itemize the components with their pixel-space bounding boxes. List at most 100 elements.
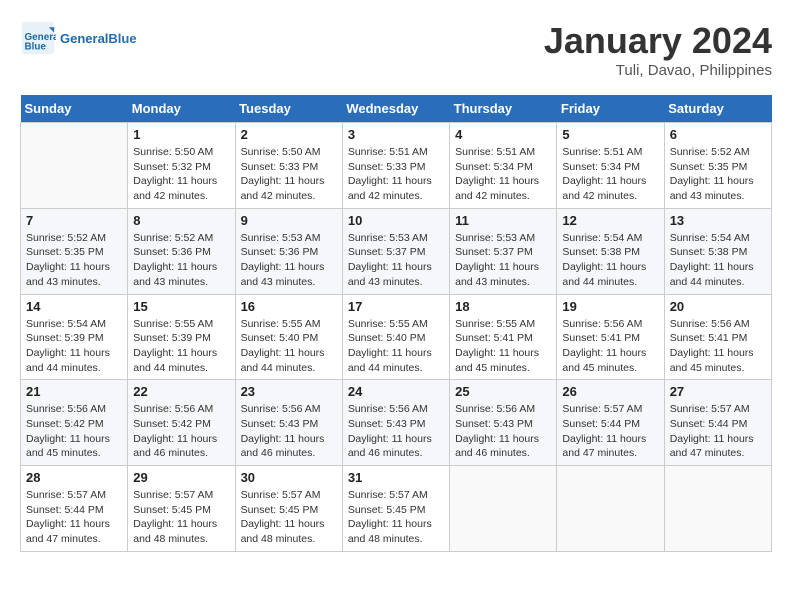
calendar-cell: 5 Sunrise: 5:51 AMSunset: 5:34 PMDaylight… <box>557 123 664 209</box>
calendar-cell: 25 Sunrise: 5:56 AMSunset: 5:43 PMDayligh… <box>450 380 557 466</box>
day-info: Sunrise: 5:56 AMSunset: 5:43 PMDaylight:… <box>348 402 444 461</box>
day-info: Sunrise: 5:57 AMSunset: 5:45 PMDaylight:… <box>348 488 444 547</box>
day-number: 18 <box>455 299 551 314</box>
day-number: 17 <box>348 299 444 314</box>
day-number: 28 <box>26 470 122 485</box>
day-number: 6 <box>670 127 766 142</box>
day-info: Sunrise: 5:50 AMSunset: 5:33 PMDaylight:… <box>241 145 337 204</box>
location: Tuli, Davao, Philippines <box>544 62 772 79</box>
calendar-cell: 30 Sunrise: 5:57 AMSunset: 5:45 PMDayligh… <box>235 466 342 552</box>
weekday-header-thursday: Thursday <box>450 95 557 123</box>
calendar-cell: 3Sunrise: 5:51 AMSunset: 5:33 PMDaylight… <box>342 123 449 209</box>
weekday-header-monday: Monday <box>128 95 235 123</box>
day-info: Sunrise: 5:52 AMSunset: 5:35 PMDaylight:… <box>670 145 766 204</box>
day-info: Sunrise: 5:55 AMSunset: 5:40 PMDaylight:… <box>348 317 444 376</box>
day-info: Sunrise: 5:55 AMSunset: 5:40 PMDaylight:… <box>241 317 337 376</box>
calendar-cell: 29Sunrise: 5:57 AMSunset: 5:45 PMDayligh… <box>128 466 235 552</box>
day-number: 24 <box>348 384 444 399</box>
day-info: Sunrise: 5:53 AMSunset: 5:37 PMDaylight:… <box>455 231 551 290</box>
calendar-cell: 6 Sunrise: 5:52 AMSunset: 5:35 PMDaylight… <box>664 123 771 209</box>
calendar-week-3: 14 Sunrise: 5:54 AMSunset: 5:39 PMDayligh… <box>21 294 772 380</box>
calendar-cell: 18Sunrise: 5:55 AMSunset: 5:41 PMDayligh… <box>450 294 557 380</box>
day-number: 31 <box>348 470 444 485</box>
calendar-cell: 13 Sunrise: 5:54 AMSunset: 5:38 PMDayligh… <box>664 208 771 294</box>
day-info: Sunrise: 5:52 AMSunset: 5:35 PMDaylight:… <box>26 231 122 290</box>
day-number: 20 <box>670 299 766 314</box>
calendar-cell: 21Sunrise: 5:56 AMSunset: 5:42 PMDayligh… <box>21 380 128 466</box>
day-number: 21 <box>26 384 122 399</box>
calendar-cell <box>21 123 128 209</box>
day-info: Sunrise: 5:54 AMSunset: 5:39 PMDaylight:… <box>26 317 122 376</box>
day-number: 1 <box>133 127 229 142</box>
weekday-header-row: SundayMondayTuesdayWednesdayThursdayFrid… <box>21 95 772 123</box>
calendar-body: 1 Sunrise: 5:50 AMSunset: 5:32 PMDaylight… <box>21 123 772 552</box>
calendar-cell: 14 Sunrise: 5:54 AMSunset: 5:39 PMDayligh… <box>21 294 128 380</box>
day-info: Sunrise: 5:57 AMSunset: 5:45 PMDaylight:… <box>241 488 337 547</box>
day-number: 16 <box>241 299 337 314</box>
calendar-week-5: 28Sunrise: 5:57 AMSunset: 5:44 PMDayligh… <box>21 466 772 552</box>
calendar-cell: 23 Sunrise: 5:56 AMSunset: 5:43 PMDayligh… <box>235 380 342 466</box>
day-info: Sunrise: 5:54 AMSunset: 5:38 PMDaylight:… <box>670 231 766 290</box>
calendar-cell: 1 Sunrise: 5:50 AMSunset: 5:32 PMDaylight… <box>128 123 235 209</box>
calendar-cell: 4Sunrise: 5:51 AMSunset: 5:34 PMDaylight… <box>450 123 557 209</box>
calendar-cell <box>450 466 557 552</box>
day-info: Sunrise: 5:54 AMSunset: 5:38 PMDaylight:… <box>562 231 658 290</box>
weekday-header-saturday: Saturday <box>664 95 771 123</box>
calendar-cell <box>557 466 664 552</box>
day-info: Sunrise: 5:50 AMSunset: 5:32 PMDaylight:… <box>133 145 229 204</box>
weekday-header-friday: Friday <box>557 95 664 123</box>
day-info: Sunrise: 5:56 AMSunset: 5:41 PMDaylight:… <box>670 317 766 376</box>
day-number: 25 <box>455 384 551 399</box>
day-number: 9 <box>241 213 337 228</box>
calendar-cell: 24 Sunrise: 5:56 AMSunset: 5:43 PMDayligh… <box>342 380 449 466</box>
calendar-cell: 26Sunrise: 5:57 AMSunset: 5:44 PMDayligh… <box>557 380 664 466</box>
calendar-cell: 17 Sunrise: 5:55 AMSunset: 5:40 PMDayligh… <box>342 294 449 380</box>
month-title: January 2024 <box>544 20 772 62</box>
day-info: Sunrise: 5:53 AMSunset: 5:36 PMDaylight:… <box>241 231 337 290</box>
day-number: 7 <box>26 213 122 228</box>
day-number: 12 <box>562 213 658 228</box>
day-number: 11 <box>455 213 551 228</box>
calendar-cell: 20 Sunrise: 5:56 AMSunset: 5:41 PMDayligh… <box>664 294 771 380</box>
day-info: Sunrise: 5:56 AMSunset: 5:43 PMDaylight:… <box>241 402 337 461</box>
day-number: 13 <box>670 213 766 228</box>
day-number: 4 <box>455 127 551 142</box>
calendar-cell: 2 Sunrise: 5:50 AMSunset: 5:33 PMDaylight… <box>235 123 342 209</box>
calendar-cell: 15Sunrise: 5:55 AMSunset: 5:39 PMDayligh… <box>128 294 235 380</box>
day-info: Sunrise: 5:56 AMSunset: 5:43 PMDaylight:… <box>455 402 551 461</box>
day-info: Sunrise: 5:53 AMSunset: 5:37 PMDaylight:… <box>348 231 444 290</box>
calendar-cell: 16 Sunrise: 5:55 AMSunset: 5:40 PMDayligh… <box>235 294 342 380</box>
day-number: 23 <box>241 384 337 399</box>
calendar-cell <box>664 466 771 552</box>
day-number: 14 <box>26 299 122 314</box>
calendar-week-4: 21Sunrise: 5:56 AMSunset: 5:42 PMDayligh… <box>21 380 772 466</box>
calendar-week-2: 7 Sunrise: 5:52 AMSunset: 5:35 PMDaylight… <box>21 208 772 294</box>
calendar-cell: 28Sunrise: 5:57 AMSunset: 5:44 PMDayligh… <box>21 466 128 552</box>
calendar-cell: 7 Sunrise: 5:52 AMSunset: 5:35 PMDaylight… <box>21 208 128 294</box>
day-info: Sunrise: 5:51 AMSunset: 5:34 PMDaylight:… <box>562 145 658 204</box>
calendar-cell: 11 Sunrise: 5:53 AMSunset: 5:37 PMDayligh… <box>450 208 557 294</box>
page-header: General Blue GeneralBlue January 2024 Tu… <box>20 20 772 79</box>
day-info: Sunrise: 5:55 AMSunset: 5:39 PMDaylight:… <box>133 317 229 376</box>
calendar-cell: 8Sunrise: 5:52 AMSunset: 5:36 PMDaylight… <box>128 208 235 294</box>
day-number: 19 <box>562 299 658 314</box>
day-number: 30 <box>241 470 337 485</box>
weekday-header-wednesday: Wednesday <box>342 95 449 123</box>
weekday-header-tuesday: Tuesday <box>235 95 342 123</box>
calendar-cell: 12 Sunrise: 5:54 AMSunset: 5:38 PMDayligh… <box>557 208 664 294</box>
logo: General Blue GeneralBlue <box>20 20 137 56</box>
calendar-cell: 10Sunrise: 5:53 AMSunset: 5:37 PMDayligh… <box>342 208 449 294</box>
weekday-header-sunday: Sunday <box>21 95 128 123</box>
day-info: Sunrise: 5:56 AMSunset: 5:41 PMDaylight:… <box>562 317 658 376</box>
calendar-cell: 27Sunrise: 5:57 AMSunset: 5:44 PMDayligh… <box>664 380 771 466</box>
day-number: 27 <box>670 384 766 399</box>
logo-text: GeneralBlue <box>60 31 137 46</box>
day-info: Sunrise: 5:57 AMSunset: 5:45 PMDaylight:… <box>133 488 229 547</box>
day-number: 2 <box>241 127 337 142</box>
calendar-table: SundayMondayTuesdayWednesdayThursdayFrid… <box>20 95 772 552</box>
day-number: 3 <box>348 127 444 142</box>
day-info: Sunrise: 5:57 AMSunset: 5:44 PMDaylight:… <box>562 402 658 461</box>
title-block: January 2024 Tuli, Davao, Philippines <box>544 20 772 79</box>
day-number: 5 <box>562 127 658 142</box>
day-number: 22 <box>133 384 229 399</box>
